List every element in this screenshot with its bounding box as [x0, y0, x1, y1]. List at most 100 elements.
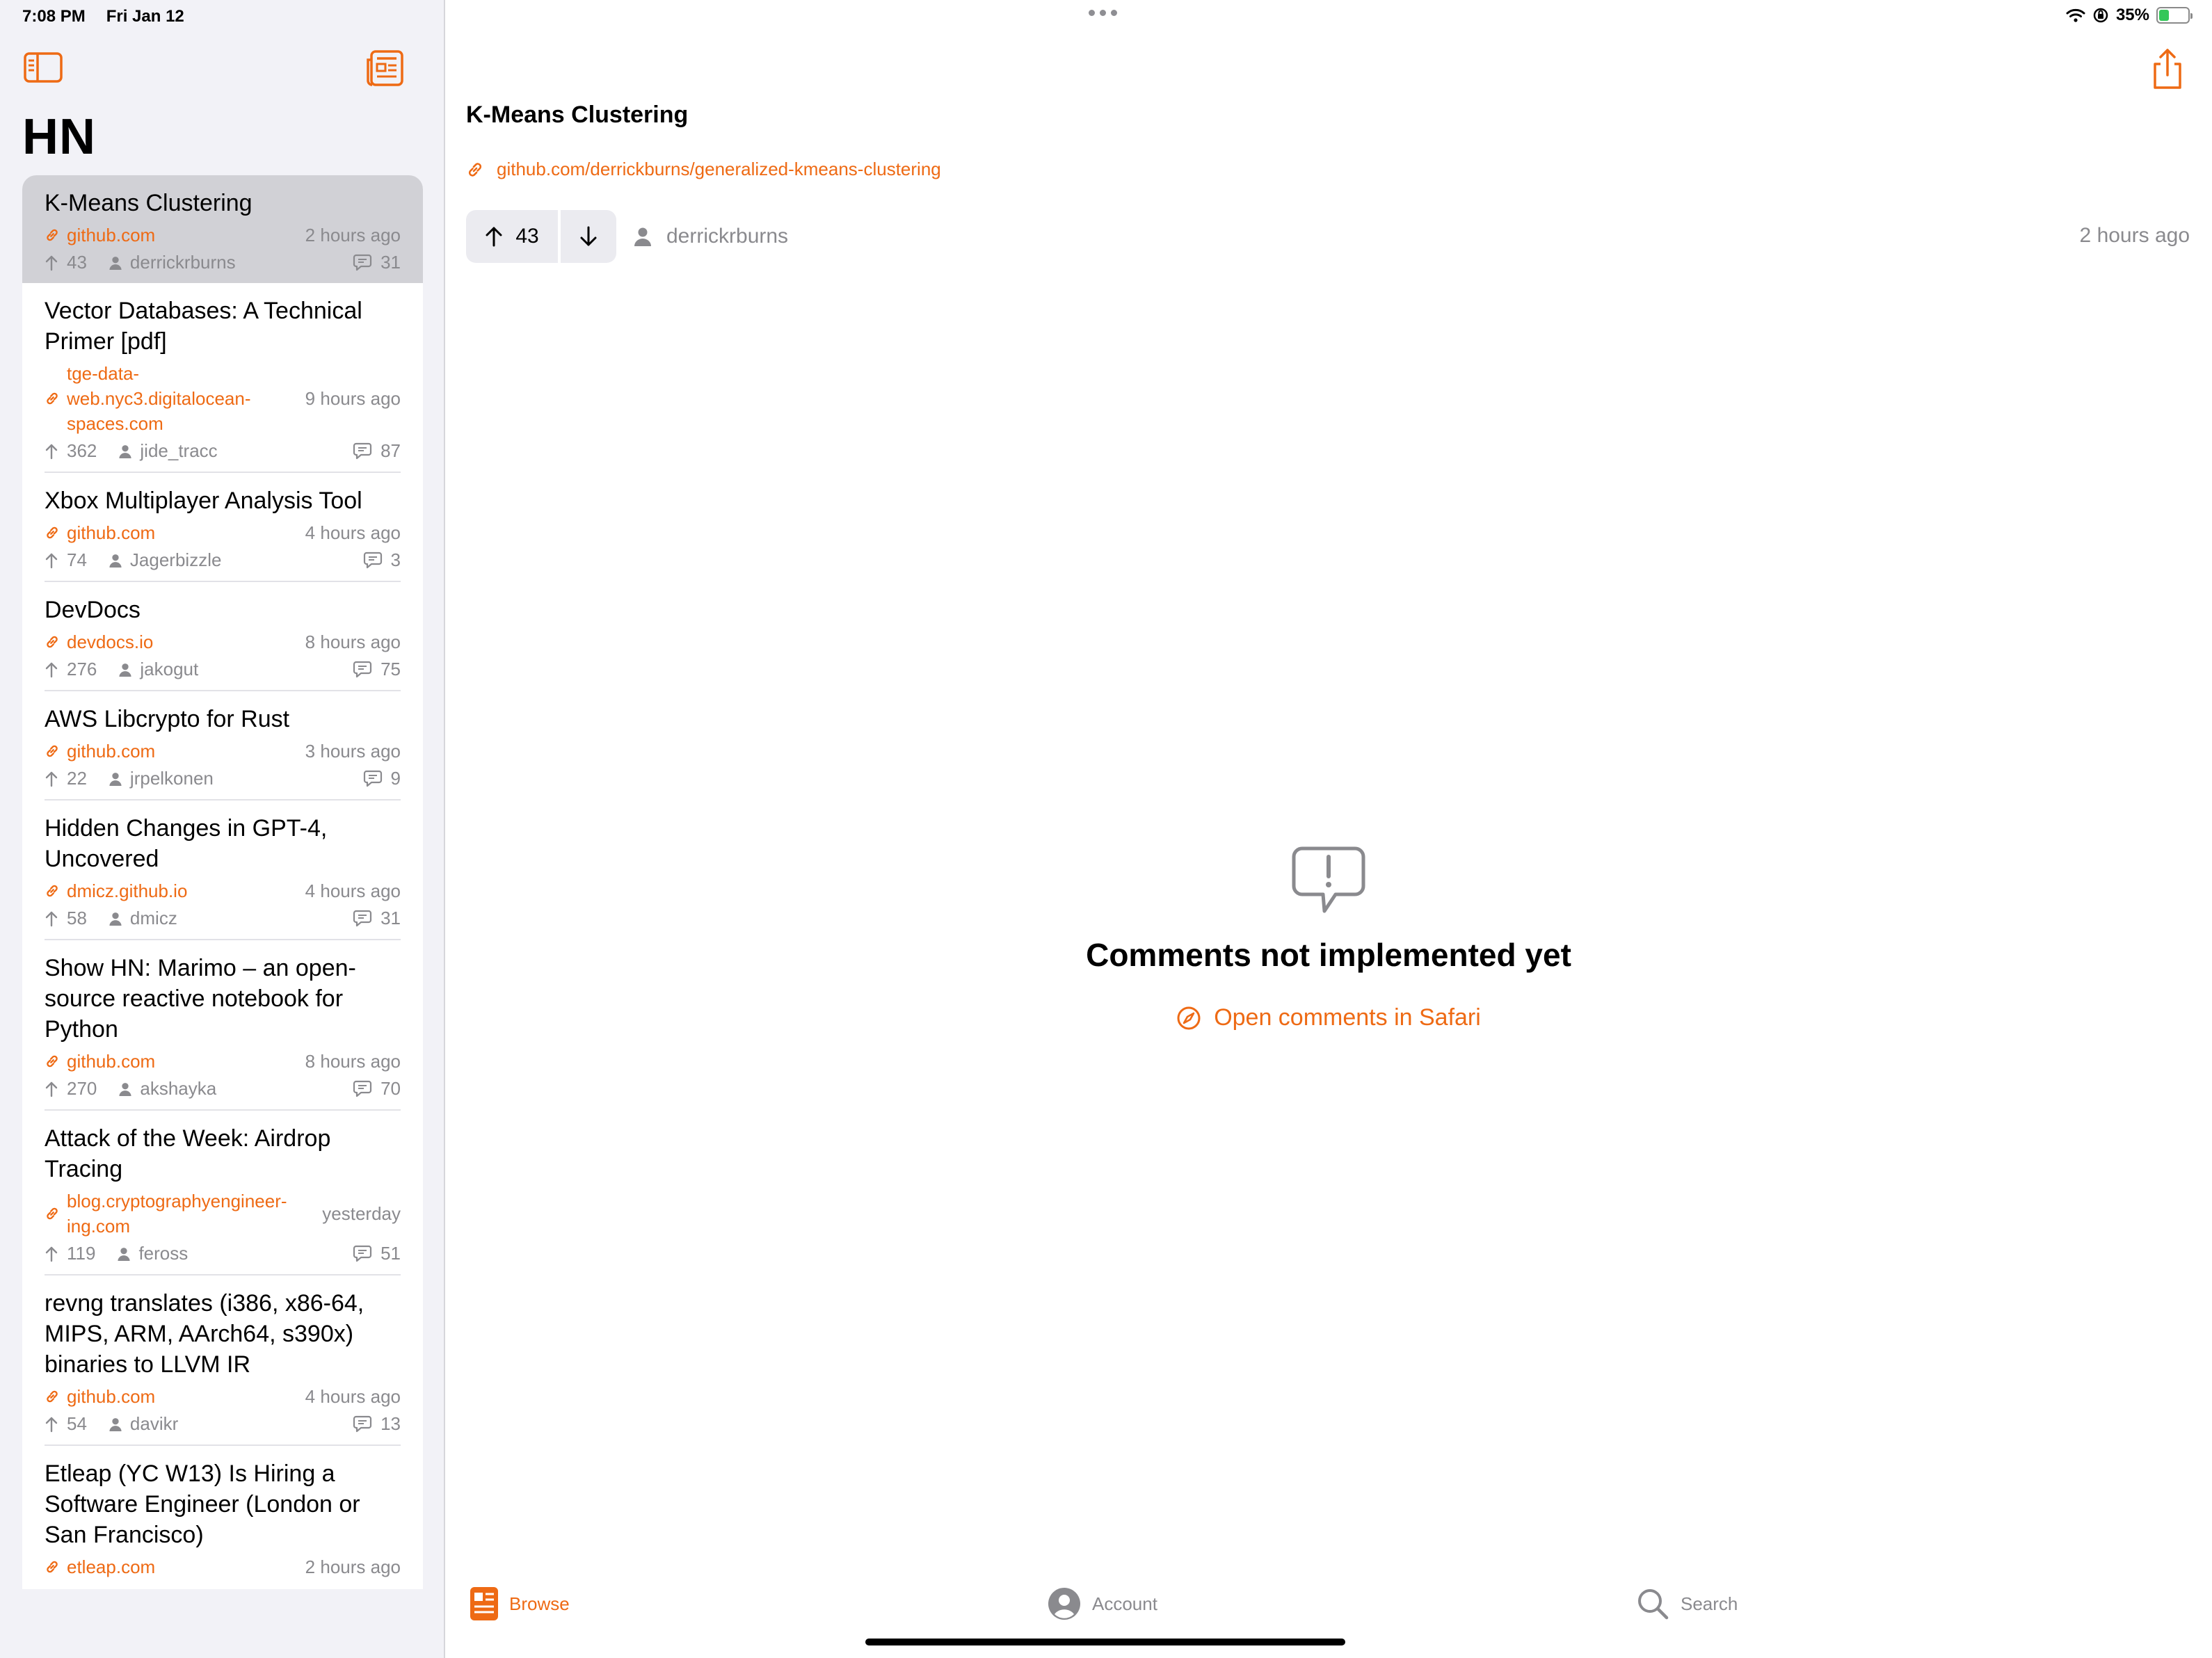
story-row-site[interactable]: github.com: [45, 1049, 155, 1074]
story-row-user: akshayka: [140, 1078, 217, 1099]
newspaper-icon: [470, 1587, 498, 1620]
story-url-link[interactable]: github.com/derrickburns/generalized-kmea…: [466, 159, 941, 180]
orientation-lock-icon: [2093, 8, 2108, 23]
story-row[interactable]: Hidden Changes in GPT-4, Uncovered dmicz…: [22, 800, 423, 940]
story-row-comments: 70: [380, 1078, 401, 1099]
story-row-meta: 22 jrpelkonen 9: [45, 768, 401, 789]
story-row-site[interactable]: github.com: [45, 520, 155, 545]
story-row-title: Show HN: Marimo – an open-source reactiv…: [45, 955, 356, 1043]
link-icon: [47, 526, 58, 539]
person-icon: [119, 1082, 131, 1096]
comment-icon: [353, 1415, 372, 1432]
story-row-title: Etleap (YC W13) Is Hiring a Software Eng…: [45, 1460, 360, 1548]
story-row-site[interactable]: github.com: [45, 223, 155, 248]
upvote-count: 43: [515, 225, 539, 248]
story-row-site[interactable]: github.com: [45, 739, 155, 764]
feed-selector-icon[interactable]: [366, 49, 405, 88]
story-row-comments: 87: [380, 440, 401, 461]
story-row-site[interactable]: dmicz.github.io: [45, 878, 187, 903]
story-row[interactable]: AWS Libcrypto for Rust github.com 3 hour…: [22, 691, 423, 800]
status-time-date: 7:08 PM Fri Jan 12: [22, 7, 184, 26]
arrow-up-icon: [45, 1246, 58, 1262]
arrow-down-icon: [580, 226, 597, 246]
story-row[interactable]: Show HN: Marimo – an open-source reactiv…: [22, 940, 423, 1111]
story-row-site[interactable]: github.com: [45, 1384, 155, 1409]
story-row-title: Vector Databases: A Technical Primer [pd…: [45, 298, 362, 355]
status-time: 7:08 PM: [22, 7, 86, 26]
sidebar-toggle-icon[interactable]: [24, 51, 63, 83]
story-row[interactable]: Attack of the Week: Airdrop Tracing blog…: [22, 1111, 423, 1275]
share-icon[interactable]: [2147, 47, 2188, 92]
downvote-button[interactable]: [561, 210, 616, 263]
battery-icon: [2156, 7, 2193, 24]
story-row-title: revng translates (i386, x86-64, MIPS, AR…: [45, 1290, 364, 1378]
story-row[interactable]: K-Means Clustering github.com 2 hours ag…: [22, 175, 423, 283]
story-url: github.com/derrickburns/generalized-kmea…: [497, 159, 941, 179]
story-title: K-Means Clustering: [466, 102, 689, 128]
arrow-up-icon: [45, 911, 58, 926]
open-in-safari-button[interactable]: Open comments in Safari: [1176, 1004, 1481, 1031]
story-row[interactable]: DevDocs devdocs.io 8 hours ago 276 jakogu…: [22, 582, 423, 691]
story-row-meta: 276 jakogut 75: [45, 659, 401, 680]
story-age: 2 hours ago: [2079, 224, 2190, 247]
person-icon: [109, 1417, 122, 1431]
story-row-age: 8 hours ago: [305, 1050, 401, 1072]
upvote-button[interactable]: 43: [466, 210, 558, 263]
arrow-up-icon: [45, 553, 58, 568]
story-row-points: 22: [67, 768, 87, 789]
story-row-comments: 13: [380, 1413, 401, 1434]
story-row[interactable]: Xbox Multiplayer Analysis Tool github.co…: [22, 473, 423, 582]
story-row-points: 74: [67, 549, 87, 570]
person-circle-icon: [1048, 1588, 1080, 1620]
story-row-points: 119: [67, 1243, 96, 1264]
story-row-age: 4 hours ago: [305, 880, 401, 901]
tab-search[interactable]: Search: [1636, 1587, 1738, 1620]
link-icon: [47, 1055, 58, 1068]
home-indicator[interactable]: [865, 1639, 1345, 1645]
story-list: K-Means Clustering github.com 2 hours ag…: [22, 175, 423, 1589]
link-icon: [47, 636, 58, 648]
person-icon: [109, 554, 122, 568]
story-row-user: Jagerbizzle: [129, 549, 222, 570]
comment-icon: [353, 1245, 372, 1262]
story-row[interactable]: Etleap (YC W13) Is Hiring a Software Eng…: [22, 1446, 423, 1589]
comment-icon: [363, 552, 382, 568]
story-row-comments: 51: [380, 1243, 401, 1264]
story-row-points: 270: [67, 1078, 97, 1099]
story-row-site[interactable]: etleap.com: [45, 1554, 155, 1579]
story-row[interactable]: Vector Databases: A Technical Primer [pd…: [22, 283, 423, 473]
story-row-age: 4 hours ago: [305, 522, 401, 543]
link-icon: [47, 392, 58, 405]
story-row-site-label: dmicz.github.io: [67, 880, 188, 901]
story-row-meta: 74 Jagerbizzle 3: [45, 549, 401, 571]
story-row-points: 58: [67, 908, 87, 928]
story-row-user: derrickrburns: [129, 252, 236, 273]
story-row-title: DevDocs: [45, 597, 141, 623]
battery-percent: 35%: [2115, 6, 2149, 24]
multitasking-dots-icon[interactable]: [1089, 10, 1117, 16]
story-row-meta: 362 jide_tracc 87: [45, 440, 401, 462]
story-row-site-label: github.com: [67, 225, 156, 246]
compass-icon: [1177, 1006, 1201, 1029]
comment-icon: [353, 661, 372, 677]
story-row-meta: 270 akshayka 70: [45, 1078, 401, 1100]
story-author[interactable]: derrickrburns: [634, 225, 788, 248]
exclamation-bubble-icon: [1292, 846, 1365, 913]
story-row-user: jrpelkonen: [129, 768, 214, 789]
comment-icon: [353, 910, 372, 926]
story-row-meta: 43 derrickrburns 31: [45, 252, 401, 273]
tab-browse[interactable]: Browse: [470, 1587, 570, 1620]
vote-controls: 43 derrickrburns: [466, 210, 788, 263]
story-row-site-label: github.com: [67, 522, 156, 543]
story-row-site[interactable]: tge-data-web.nyc3.digitalocean-spaces.co…: [45, 361, 274, 436]
tab-account[interactable]: Account: [1048, 1587, 1157, 1620]
story-row-site[interactable]: devdocs.io: [45, 629, 153, 654]
link-icon: [47, 229, 58, 241]
arrow-up-icon: [45, 662, 58, 677]
story-row[interactable]: revng translates (i386, x86-64, MIPS, AR…: [22, 1275, 423, 1446]
story-row-site[interactable]: blog.cryptographyengineer-ing.com: [45, 1189, 287, 1239]
story-row-user: jide_tracc: [140, 440, 218, 461]
comments-empty-state: Comments not implemented yet Open commen…: [974, 846, 1683, 1034]
story-row-age: 9 hours ago: [305, 387, 401, 409]
sidebar: 7:08 PM Fri Jan 12 HN K-Means Clustering…: [0, 0, 445, 1658]
